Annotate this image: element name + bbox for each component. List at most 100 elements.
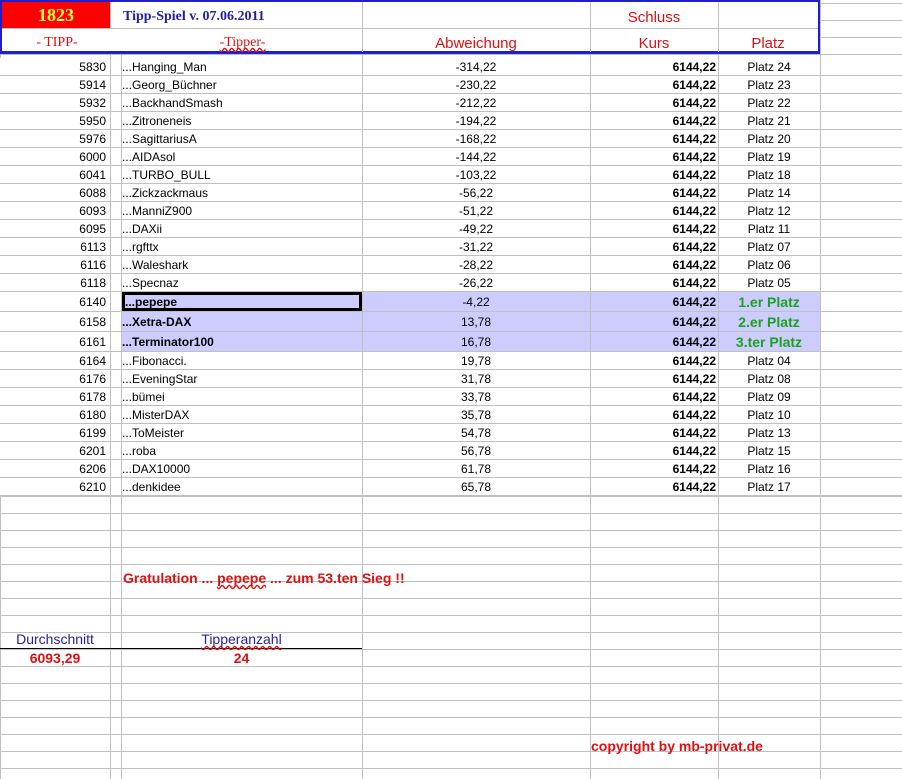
deviation-value[interactable]: -103,22 xyxy=(362,166,590,183)
deviation-value[interactable]: 54,78 xyxy=(362,424,590,441)
tipp-value[interactable]: 6206 xyxy=(0,460,106,477)
tipper-name[interactable]: ...TURBO_BULL xyxy=(122,166,362,183)
close-price[interactable]: 6144,22 xyxy=(590,370,716,387)
close-price[interactable]: 6144,22 xyxy=(590,76,716,93)
rank-value[interactable]: Platz 11 xyxy=(718,220,820,237)
close-price[interactable]: 6144,22 xyxy=(590,442,716,459)
rank-value[interactable]: Platz 20 xyxy=(718,130,820,147)
tipper-name[interactable]: ...MisterDAX xyxy=(122,406,362,423)
tipp-value[interactable]: 6180 xyxy=(0,406,106,423)
tipp-value[interactable]: 6118 xyxy=(0,274,106,291)
close-price[interactable]: 6144,22 xyxy=(590,112,716,129)
close-price[interactable]: 6144,22 xyxy=(590,460,716,477)
close-price[interactable]: 6144,22 xyxy=(590,274,716,291)
tipp-value[interactable]: 5976 xyxy=(0,130,106,147)
deviation-value[interactable]: 35,78 xyxy=(362,406,590,423)
tipp-value[interactable]: 6176 xyxy=(0,370,106,387)
tipper-name[interactable]: ...bümei xyxy=(122,388,362,405)
deviation-value[interactable]: 61,78 xyxy=(362,460,590,477)
rank-value[interactable]: Platz 17 xyxy=(718,478,820,495)
rank-value[interactable]: Platz 15 xyxy=(718,442,820,459)
tipper-name[interactable]: ...roba xyxy=(122,442,362,459)
rank-value[interactable]: Platz 05 xyxy=(718,274,820,291)
close-price[interactable]: 6144,22 xyxy=(590,130,716,147)
close-price[interactable]: 6144,22 xyxy=(590,312,716,331)
deviation-value[interactable]: -212,22 xyxy=(362,94,590,111)
deviation-value[interactable]: -51,22 xyxy=(362,202,590,219)
deviation-value[interactable]: 31,78 xyxy=(362,370,590,387)
close-price[interactable]: 6144,22 xyxy=(590,332,716,351)
tipp-value[interactable]: 6140 xyxy=(0,292,106,311)
tipper-name[interactable]: ...denkidee xyxy=(122,478,362,495)
close-price[interactable]: 6144,22 xyxy=(590,220,716,237)
tipp-value[interactable]: 6041 xyxy=(0,166,106,183)
tipper-name[interactable]: ...Zitroneneis xyxy=(122,112,362,129)
tipp-value[interactable]: 6113 xyxy=(0,238,106,255)
tipper-name[interactable]: ...Fibonacci. xyxy=(122,352,362,369)
close-price[interactable]: 6144,22 xyxy=(590,238,716,255)
tipp-value[interactable]: 6178 xyxy=(0,388,106,405)
tipp-value[interactable]: 6116 xyxy=(0,256,106,273)
deviation-value[interactable]: -194,22 xyxy=(362,112,590,129)
tipp-value[interactable]: 6095 xyxy=(0,220,106,237)
tipp-value[interactable]: 5914 xyxy=(0,76,106,93)
tipp-value[interactable]: 6158 xyxy=(0,312,106,331)
rank-value[interactable]: Platz 13 xyxy=(718,424,820,441)
close-price[interactable]: 6144,22 xyxy=(590,478,716,495)
rank-value[interactable]: Platz 21 xyxy=(718,112,820,129)
close-price[interactable]: 6144,22 xyxy=(590,352,716,369)
tipper-name[interactable]: ...Georg_Büchner xyxy=(122,76,362,93)
deviation-value[interactable]: 33,78 xyxy=(362,388,590,405)
rank-value[interactable]: Platz 23 xyxy=(718,76,820,93)
close-price[interactable]: 6144,22 xyxy=(590,256,716,273)
deviation-value[interactable]: 19,78 xyxy=(362,352,590,369)
deviation-value[interactable]: -144,22 xyxy=(362,148,590,165)
tipper-name[interactable]: ...ManniZ900 xyxy=(122,202,362,219)
close-price[interactable]: 6144,22 xyxy=(590,424,716,441)
tipp-value[interactable]: 6199 xyxy=(0,424,106,441)
close-price[interactable]: 6144,22 xyxy=(590,148,716,165)
close-price[interactable]: 6144,22 xyxy=(590,202,716,219)
tipp-value[interactable]: 5950 xyxy=(0,112,106,129)
deviation-value[interactable]: -230,22 xyxy=(362,76,590,93)
deviation-value[interactable]: -314,22 xyxy=(362,58,590,75)
tipp-value[interactable]: 6164 xyxy=(0,352,106,369)
deviation-value[interactable]: 16,78 xyxy=(362,332,590,351)
deviation-value[interactable]: -31,22 xyxy=(362,238,590,255)
rank-value[interactable]: Platz 18 xyxy=(718,166,820,183)
tipper-name[interactable]: ...ToMeister xyxy=(122,424,362,441)
rank-value[interactable]: Platz 22 xyxy=(718,94,820,111)
tipper-name[interactable]: ...DAX10000 xyxy=(122,460,362,477)
deviation-value[interactable]: -168,22 xyxy=(362,130,590,147)
tipp-value[interactable]: 5932 xyxy=(0,94,106,111)
rank-value[interactable]: Platz 06 xyxy=(718,256,820,273)
tipp-value[interactable]: 5830 xyxy=(0,58,106,75)
tipp-value[interactable]: 6000 xyxy=(0,148,106,165)
deviation-value[interactable]: -28,22 xyxy=(362,256,590,273)
tipp-value[interactable]: 6201 xyxy=(0,442,106,459)
tipper-name[interactable]: ...SagittariusA xyxy=(122,130,362,147)
rank-value[interactable]: 1.er Platz xyxy=(718,292,820,311)
tipper-name[interactable]: ...Specnaz xyxy=(122,274,362,291)
tipper-name[interactable]: ...Hanging_Man xyxy=(122,58,362,75)
tipp-value[interactable]: 6161 xyxy=(0,332,106,351)
rank-value[interactable]: Platz 12 xyxy=(718,202,820,219)
deviation-value[interactable]: -26,22 xyxy=(362,274,590,291)
tipper-name[interactable]: ...DAXii xyxy=(122,220,362,237)
rank-value[interactable]: Platz 10 xyxy=(718,406,820,423)
rank-value[interactable]: Platz 16 xyxy=(718,460,820,477)
close-price[interactable]: 6144,22 xyxy=(590,184,716,201)
tipper-name[interactable]: ...Xetra-DAX xyxy=(122,312,362,331)
deviation-value[interactable]: -56,22 xyxy=(362,184,590,201)
deviation-value[interactable]: 56,78 xyxy=(362,442,590,459)
tipp-value[interactable]: 6093 xyxy=(0,202,106,219)
rank-value[interactable]: Platz 24 xyxy=(718,58,820,75)
close-price[interactable]: 6144,22 xyxy=(590,94,716,111)
tipper-name[interactable]: ...pepepe xyxy=(122,292,362,311)
tipper-name[interactable]: ...Waleshark xyxy=(122,256,362,273)
rank-value[interactable]: Platz 19 xyxy=(718,148,820,165)
close-price[interactable]: 6144,22 xyxy=(590,58,716,75)
deviation-value[interactable]: 13,78 xyxy=(362,312,590,331)
rank-value[interactable]: Platz 08 xyxy=(718,370,820,387)
deviation-value[interactable]: -49,22 xyxy=(362,220,590,237)
